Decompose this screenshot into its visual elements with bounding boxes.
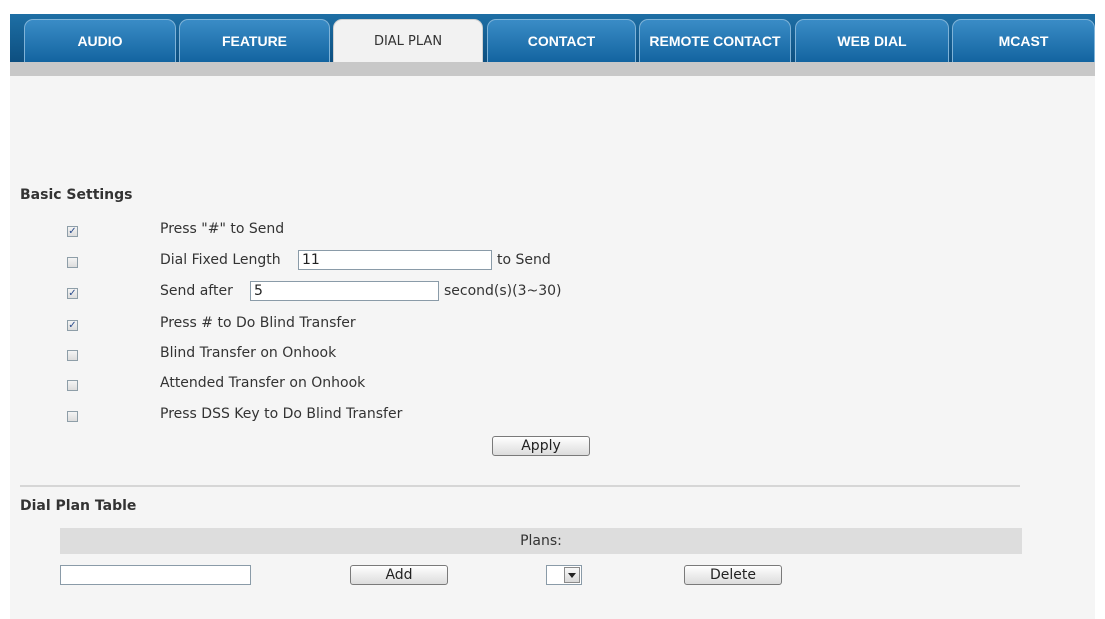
- dial-fixed-length-input[interactable]: [298, 250, 492, 270]
- basic-settings-title: Basic Settings: [20, 187, 133, 203]
- tab-dial-plan[interactable]: DIAL PLAN: [333, 19, 483, 62]
- setting-row-blind-onhook: Blind Transfer on Onhook: [10, 344, 1095, 374]
- tab-mcast[interactable]: MCAST: [952, 19, 1095, 62]
- section-divider: [20, 485, 1020, 487]
- dial-fixed-length-suffix: to Send: [497, 252, 551, 268]
- add-button[interactable]: Add: [350, 565, 448, 585]
- press-hash-send-checkbox[interactable]: ✓: [67, 226, 78, 237]
- apply-button[interactable]: Apply: [492, 436, 590, 456]
- press-hash-blind-label: Press # to Do Blind Transfer: [160, 315, 356, 331]
- tab-remote-contact[interactable]: REMOTE CONTACT: [639, 19, 791, 62]
- blind-onhook-checkbox[interactable]: [67, 350, 78, 361]
- setting-row-press-hash-blind: ✓ Press # to Do Blind Transfer: [10, 314, 1095, 344]
- send-after-input[interactable]: [250, 281, 439, 301]
- content-panel: Basic Settings ✓ Press "#" to Send Dial …: [10, 76, 1095, 619]
- dial-fixed-length-label: Dial Fixed Length: [160, 252, 281, 268]
- dial-fixed-length-checkbox[interactable]: [67, 257, 78, 268]
- tab-web-dial[interactable]: WEB DIAL: [795, 19, 949, 62]
- tab-audio[interactable]: AUDIO: [24, 19, 176, 62]
- plan-input[interactable]: [60, 565, 251, 585]
- send-after-checkbox[interactable]: ✓: [67, 288, 78, 299]
- setting-row-send-after: ✓ Send after second(s)(3~30): [10, 281, 1095, 312]
- tab-underline: [10, 62, 1095, 76]
- press-hash-blind-checkbox[interactable]: ✓: [67, 320, 78, 331]
- setting-row-attended-onhook: Attended Transfer on Onhook: [10, 374, 1095, 404]
- delete-button[interactable]: Delete: [684, 565, 782, 585]
- send-after-suffix: second(s)(3~30): [444, 283, 562, 299]
- setting-row-dss-blind: Press DSS Key to Do Blind Transfer: [10, 405, 1095, 435]
- tab-feature[interactable]: FEATURE: [179, 19, 330, 62]
- attended-onhook-checkbox[interactable]: [67, 380, 78, 391]
- plans-header: Plans:: [60, 528, 1022, 554]
- plans-select[interactable]: [546, 565, 582, 585]
- send-after-label: Send after: [160, 283, 233, 299]
- blind-onhook-label: Blind Transfer on Onhook: [160, 345, 337, 361]
- chevron-down-icon[interactable]: [564, 567, 580, 583]
- press-hash-send-label: Press "#" to Send: [160, 221, 285, 237]
- attended-onhook-label: Attended Transfer on Onhook: [160, 375, 366, 391]
- setting-row-dial-fixed-length: Dial Fixed Length to Send: [10, 250, 1095, 281]
- setting-row-press-hash-send: ✓ Press "#" to Send: [10, 220, 1095, 250]
- dss-blind-checkbox[interactable]: [67, 411, 78, 422]
- tab-bar: AUDIO FEATURE DIAL PLAN CONTACT REMOTE C…: [10, 14, 1095, 76]
- dial-plan-table-title: Dial Plan Table: [20, 498, 137, 514]
- tab-contact[interactable]: CONTACT: [487, 19, 636, 62]
- dss-blind-label: Press DSS Key to Do Blind Transfer: [160, 406, 403, 422]
